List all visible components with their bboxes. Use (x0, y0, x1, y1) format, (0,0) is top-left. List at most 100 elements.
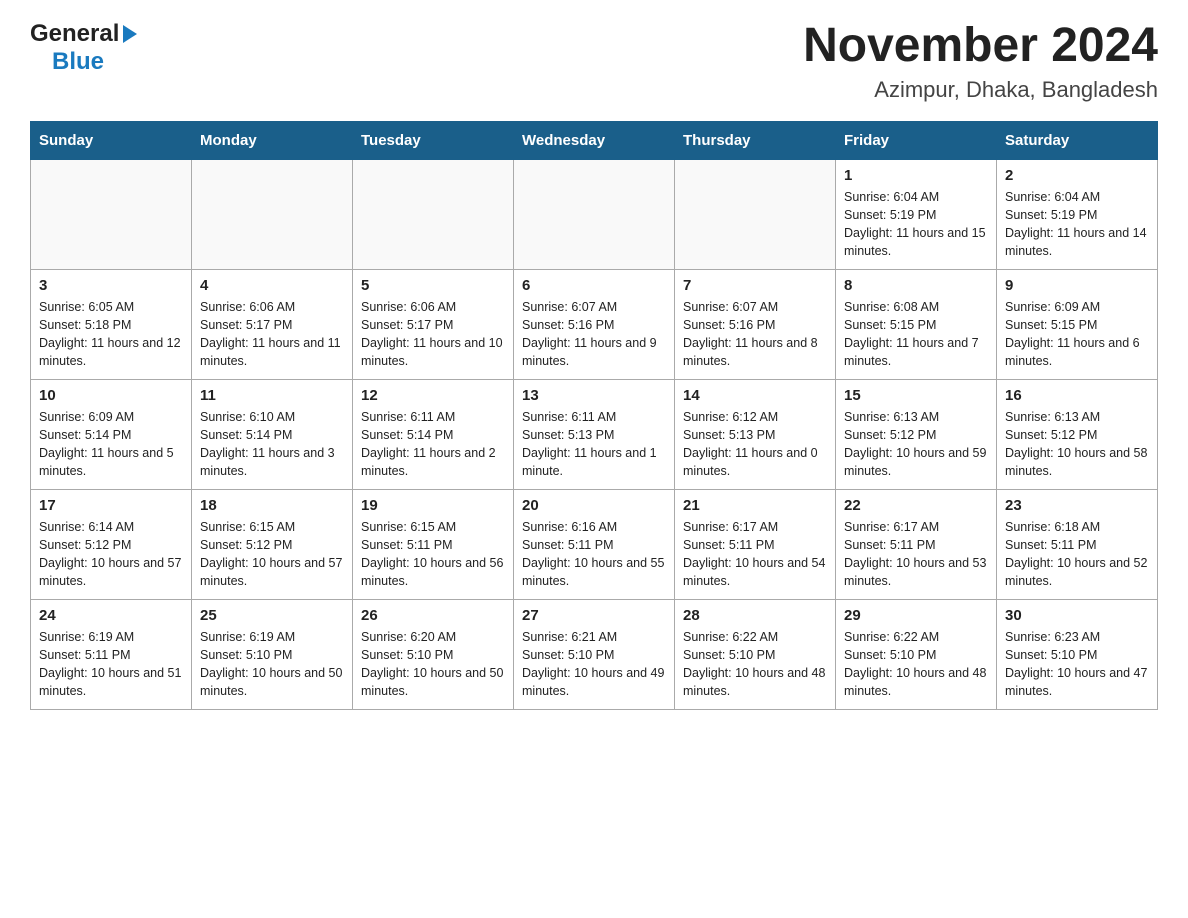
day-number: 8 (844, 277, 988, 294)
day-info: Sunrise: 6:17 AMSunset: 5:11 PMDaylight:… (844, 518, 988, 591)
calendar-cell: 21 Sunrise: 6:17 AMSunset: 5:11 PMDayligh… (675, 489, 836, 599)
header-monday: Monday (192, 121, 353, 159)
day-number: 20 (522, 497, 666, 514)
day-info: Sunrise: 6:08 AMSunset: 5:15 PMDaylight:… (844, 298, 988, 371)
logo-blue-text: Blue (52, 48, 104, 75)
calendar-cell: 7 Sunrise: 6:07 AMSunset: 5:16 PMDaylight… (675, 269, 836, 379)
day-info: Sunrise: 6:22 AMSunset: 5:10 PMDaylight:… (844, 628, 988, 701)
calendar-week-row: 1Sunrise: 6:04 AMSunset: 5:19 PMDaylight… (31, 159, 1158, 269)
day-number: 25 (200, 607, 344, 624)
day-number: 22 (844, 497, 988, 514)
day-info: Sunrise: 6:21 AMSunset: 5:10 PMDaylight:… (522, 628, 666, 701)
day-info: Sunrise: 6:10 AMSunset: 5:14 PMDaylight:… (200, 408, 344, 481)
day-number: 10 (39, 387, 183, 404)
day-info: Sunrise: 6:15 AMSunset: 5:12 PMDaylight:… (200, 518, 344, 591)
header-friday: Friday (836, 121, 997, 159)
day-number: 2 (1005, 167, 1149, 184)
calendar-cell (353, 159, 514, 269)
day-info: Sunrise: 6:09 AMSunset: 5:14 PMDaylight:… (39, 408, 183, 481)
calendar-week-row: 10 Sunrise: 6:09 AMSunset: 5:14 PMDayligh… (31, 379, 1158, 489)
day-info: Sunrise: 6:12 AMSunset: 5:13 PMDaylight:… (683, 408, 827, 481)
day-number: 30 (1005, 607, 1149, 624)
day-number: 26 (361, 607, 505, 624)
day-info: Sunrise: 6:16 AMSunset: 5:11 PMDaylight:… (522, 518, 666, 591)
calendar-cell: 15Sunrise: 6:13 AMSunset: 5:12 PMDayligh… (836, 379, 997, 489)
day-info: Sunrise: 6:23 AMSunset: 5:10 PMDaylight:… (1005, 628, 1149, 701)
day-number: 21 (683, 497, 827, 514)
calendar-week-row: 17 Sunrise: 6:14 AMSunset: 5:12 PMDayligh… (31, 489, 1158, 599)
location-text: Azimpur, Dhaka, Bangladesh (803, 77, 1158, 103)
title-area: November 2024 Azimpur, Dhaka, Bangladesh (803, 20, 1158, 103)
day-info: Sunrise: 6:04 AMSunset: 5:19 PMDaylight:… (1005, 188, 1149, 261)
day-number: 16 (1005, 387, 1149, 404)
day-number: 28 (683, 607, 827, 624)
calendar-cell: 16 Sunrise: 6:13 AMSunset: 5:12 PMDayligh… (997, 379, 1158, 489)
day-info: Sunrise: 6:06 AMSunset: 5:17 PMDaylight:… (361, 298, 505, 371)
day-number: 6 (522, 277, 666, 294)
calendar-cell: 3 Sunrise: 6:05 AMSunset: 5:18 PMDaylight… (31, 269, 192, 379)
calendar-cell: 20 Sunrise: 6:16 AMSunset: 5:11 PMDayligh… (514, 489, 675, 599)
day-number: 7 (683, 277, 827, 294)
day-number: 12 (361, 387, 505, 404)
header-tuesday: Tuesday (353, 121, 514, 159)
day-number: 27 (522, 607, 666, 624)
calendar-cell: 22 Sunrise: 6:17 AMSunset: 5:11 PMDayligh… (836, 489, 997, 599)
day-info: Sunrise: 6:13 AMSunset: 5:12 PMDaylight:… (1005, 408, 1149, 481)
day-number: 11 (200, 387, 344, 404)
day-info: Sunrise: 6:04 AMSunset: 5:19 PMDaylight:… (844, 188, 988, 261)
day-number: 17 (39, 497, 183, 514)
calendar-cell: 29 Sunrise: 6:22 AMSunset: 5:10 PMDayligh… (836, 599, 997, 709)
calendar-table: Sunday Monday Tuesday Wednesday Thursday… (30, 121, 1158, 710)
calendar-cell: 23 Sunrise: 6:18 AMSunset: 5:11 PMDayligh… (997, 489, 1158, 599)
calendar-cell: 2 Sunrise: 6:04 AMSunset: 5:19 PMDaylight… (997, 159, 1158, 269)
calendar-cell (192, 159, 353, 269)
calendar-cell: 24 Sunrise: 6:19 AMSunset: 5:11 PMDayligh… (31, 599, 192, 709)
calendar-week-row: 24 Sunrise: 6:19 AMSunset: 5:11 PMDayligh… (31, 599, 1158, 709)
day-number: 4 (200, 277, 344, 294)
calendar-cell: 30 Sunrise: 6:23 AMSunset: 5:10 PMDayligh… (997, 599, 1158, 709)
calendar-body: 1Sunrise: 6:04 AMSunset: 5:19 PMDaylight… (31, 159, 1158, 709)
calendar-cell (675, 159, 836, 269)
calendar-cell: 6Sunrise: 6:07 AMSunset: 5:16 PMDaylight… (514, 269, 675, 379)
calendar-cell: 25Sunrise: 6:19 AMSunset: 5:10 PMDayligh… (192, 599, 353, 709)
day-info: Sunrise: 6:22 AMSunset: 5:10 PMDaylight:… (683, 628, 827, 701)
calendar-cell: 27 Sunrise: 6:21 AMSunset: 5:10 PMDayligh… (514, 599, 675, 709)
header-saturday: Saturday (997, 121, 1158, 159)
day-number: 18 (200, 497, 344, 514)
day-number: 24 (39, 607, 183, 624)
day-info: Sunrise: 6:18 AMSunset: 5:11 PMDaylight:… (1005, 518, 1149, 591)
header-thursday: Thursday (675, 121, 836, 159)
calendar-cell: 11 Sunrise: 6:10 AMSunset: 5:14 PMDayligh… (192, 379, 353, 489)
logo: General Blue (30, 20, 139, 76)
day-info: Sunrise: 6:17 AMSunset: 5:11 PMDaylight:… (683, 518, 827, 591)
header-sunday: Sunday (31, 121, 192, 159)
calendar-cell: 28 Sunrise: 6:22 AMSunset: 5:10 PMDayligh… (675, 599, 836, 709)
calendar-cell: 1Sunrise: 6:04 AMSunset: 5:19 PMDaylight… (836, 159, 997, 269)
calendar-cell: 18 Sunrise: 6:15 AMSunset: 5:12 PMDayligh… (192, 489, 353, 599)
calendar-cell (514, 159, 675, 269)
day-info: Sunrise: 6:06 AMSunset: 5:17 PMDaylight:… (200, 298, 344, 371)
day-info: Sunrise: 6:13 AMSunset: 5:12 PMDaylight:… (844, 408, 988, 481)
calendar-cell: 19 Sunrise: 6:15 AMSunset: 5:11 PMDayligh… (353, 489, 514, 599)
day-number: 3 (39, 277, 183, 294)
day-info: Sunrise: 6:15 AMSunset: 5:11 PMDaylight:… (361, 518, 505, 591)
logo-arrow-icon (121, 23, 139, 45)
day-info: Sunrise: 6:09 AMSunset: 5:15 PMDaylight:… (1005, 298, 1149, 371)
day-number: 13 (522, 387, 666, 404)
day-info: Sunrise: 6:19 AMSunset: 5:11 PMDaylight:… (39, 628, 183, 701)
calendar-header: Sunday Monday Tuesday Wednesday Thursday… (31, 121, 1158, 159)
day-info: Sunrise: 6:11 AMSunset: 5:13 PMDaylight:… (522, 408, 666, 481)
day-number: 9 (1005, 277, 1149, 294)
calendar-cell: 5Sunrise: 6:06 AMSunset: 5:17 PMDaylight… (353, 269, 514, 379)
calendar-cell: 13 Sunrise: 6:11 AMSunset: 5:13 PMDayligh… (514, 379, 675, 489)
day-info: Sunrise: 6:11 AMSunset: 5:14 PMDaylight:… (361, 408, 505, 481)
day-info: Sunrise: 6:05 AMSunset: 5:18 PMDaylight:… (39, 298, 183, 371)
page-header: General Blue November 2024 Azimpur, Dhak… (30, 20, 1158, 103)
day-number: 23 (1005, 497, 1149, 514)
day-number: 29 (844, 607, 988, 624)
calendar-cell: 10 Sunrise: 6:09 AMSunset: 5:14 PMDayligh… (31, 379, 192, 489)
calendar-week-row: 3 Sunrise: 6:05 AMSunset: 5:18 PMDaylight… (31, 269, 1158, 379)
day-info: Sunrise: 6:14 AMSunset: 5:12 PMDaylight:… (39, 518, 183, 591)
day-number: 19 (361, 497, 505, 514)
day-info: Sunrise: 6:07 AMSunset: 5:16 PMDaylight:… (683, 298, 827, 371)
